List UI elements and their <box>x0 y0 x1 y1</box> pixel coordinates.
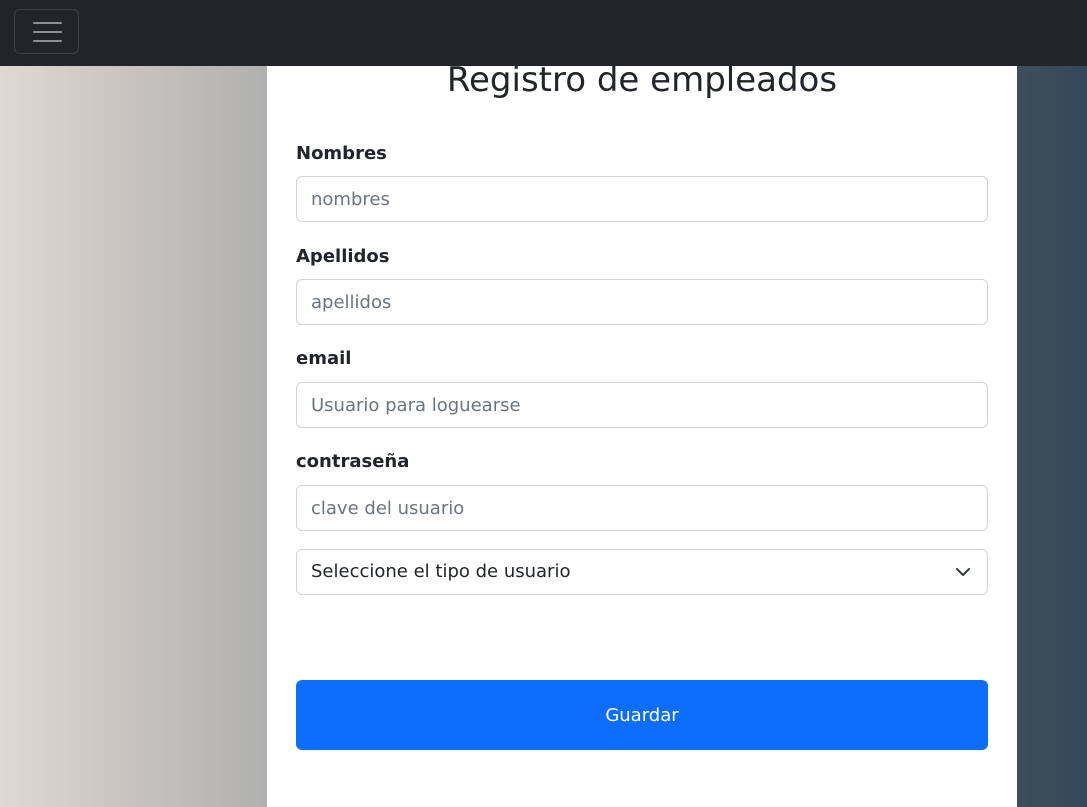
email-input[interactable] <box>296 382 988 428</box>
registration-form-card: Registro de empleados Nombres Apellidos … <box>267 30 1017 807</box>
chevron-down-icon <box>956 568 970 576</box>
guardar-button[interactable]: Guardar <box>296 680 988 750</box>
email-label: email <box>296 348 352 369</box>
navbar <box>0 0 1087 66</box>
user-type-select[interactable]: Seleccione el tipo de usuario <box>296 549 988 595</box>
password-input[interactable] <box>296 485 988 531</box>
nombres-label: Nombres <box>296 143 387 164</box>
navbar-toggler-button[interactable] <box>14 9 79 54</box>
nombres-input[interactable] <box>296 176 988 222</box>
apellidos-label: Apellidos <box>296 246 390 267</box>
password-label: contraseña <box>296 451 410 472</box>
user-type-selected-value: Seleccione el tipo de usuario <box>311 561 571 582</box>
apellidos-input[interactable] <box>296 279 988 325</box>
